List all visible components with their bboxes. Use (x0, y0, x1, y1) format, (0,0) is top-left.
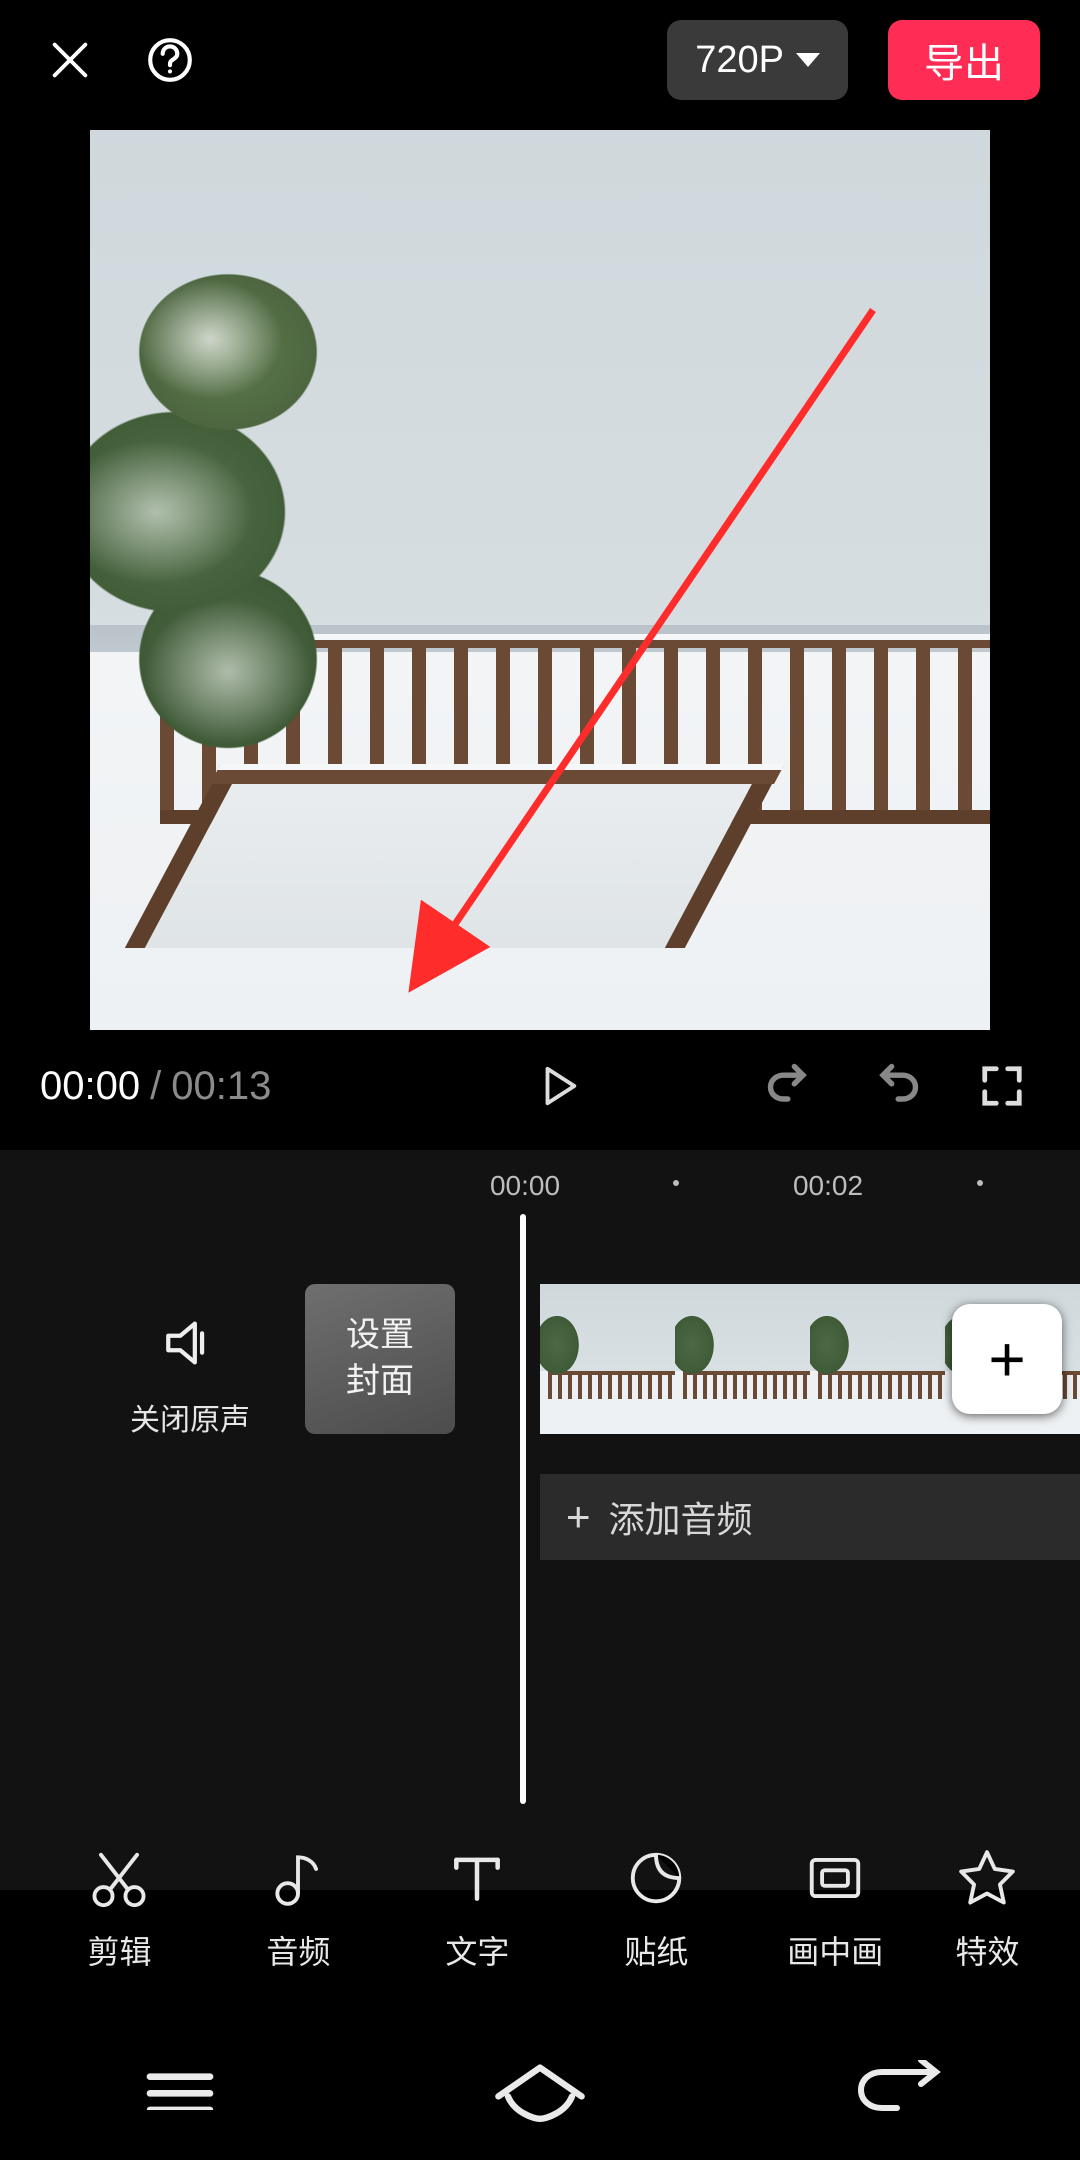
system-nav-bar (0, 2020, 1080, 2160)
tool-sticker[interactable]: 贴纸 (567, 1847, 746, 1973)
nav-recents-icon[interactable] (110, 2050, 250, 2130)
top-bar: 720P 导出 (0, 0, 1080, 120)
current-time: 00:00 (40, 1064, 140, 1109)
help-icon[interactable] (140, 30, 200, 90)
resolution-select[interactable]: 720P (667, 20, 848, 100)
time-separator: / (150, 1064, 161, 1109)
redo-icon[interactable] (858, 1056, 934, 1116)
set-cover-label: 设置 封面 (346, 1313, 414, 1405)
duration: 00:13 (171, 1064, 271, 1109)
add-clip-button[interactable]: + (952, 1304, 1062, 1414)
sticker-icon (625, 1847, 687, 1909)
tool-audio[interactable]: 音频 (209, 1847, 388, 1973)
add-audio-label: 添加音频 (609, 1491, 753, 1543)
export-label: 导出 (924, 31, 1004, 89)
tool-label: 文字 (445, 1927, 509, 1973)
resolution-label: 720P (695, 39, 784, 82)
scissors-icon (88, 1847, 150, 1909)
play-icon[interactable] (521, 1056, 597, 1116)
music-note-icon (267, 1847, 329, 1909)
timeline-ruler[interactable]: 00:00 00:02 (0, 1170, 1080, 1214)
nav-back-icon[interactable] (830, 2050, 970, 2130)
tool-label: 画中画 (787, 1927, 883, 1973)
ruler-tick: 00:02 (793, 1170, 863, 1202)
star-icon (956, 1847, 1018, 1909)
bottom-toolbar: 剪辑 音频 文字 贴纸 (0, 1810, 1080, 2010)
video-preview[interactable] (90, 130, 990, 1030)
mute-label: 关闭原声 (110, 1395, 270, 1439)
ruler-dot (673, 1180, 679, 1186)
plus-icon: + (566, 1493, 591, 1541)
ruler-dot (977, 1180, 983, 1186)
undo-icon[interactable] (752, 1056, 828, 1116)
close-icon[interactable] (40, 30, 100, 90)
export-button[interactable]: 导出 (888, 20, 1040, 100)
tool-label: 贴纸 (624, 1927, 688, 1973)
speaker-icon (161, 1314, 219, 1372)
tool-pip[interactable]: 画中画 (746, 1847, 925, 1973)
tool-effect[interactable]: 特效 (925, 1847, 1050, 1973)
tool-label: 特效 (955, 1927, 1019, 1973)
add-audio-button[interactable]: + 添加音频 (540, 1474, 1080, 1560)
fullscreen-icon[interactable] (964, 1056, 1040, 1116)
text-icon (446, 1847, 508, 1909)
mute-original-sound-button[interactable]: 关闭原声 (110, 1314, 270, 1439)
timeline-section: 00:00 00:02 关闭原声 设置 封面 (0, 1150, 1080, 1890)
clip-thumbnail[interactable] (810, 1284, 945, 1434)
tool-text[interactable]: 文字 (388, 1847, 567, 1973)
clip-thumbnail[interactable] (540, 1284, 675, 1434)
chevron-down-icon (796, 53, 820, 67)
plus-icon: + (988, 1322, 1025, 1396)
tool-label: 音频 (266, 1927, 330, 1973)
nav-home-icon[interactable] (470, 2050, 610, 2130)
timeline-body: 关闭原声 设置 封面 + (0, 1224, 1080, 1804)
tool-edit[interactable]: 剪辑 (30, 1847, 209, 1973)
clip-thumbnail[interactable] (675, 1284, 810, 1434)
pip-icon (804, 1847, 866, 1909)
set-cover-button[interactable]: 设置 封面 (305, 1284, 455, 1434)
playback-controls: 00:00 / 00:13 (0, 1030, 1080, 1150)
tool-label: 剪辑 (87, 1927, 151, 1973)
playhead[interactable] (520, 1214, 526, 1804)
video-preview-area (0, 120, 1080, 1030)
ruler-tick: 00:00 (490, 1170, 560, 1202)
